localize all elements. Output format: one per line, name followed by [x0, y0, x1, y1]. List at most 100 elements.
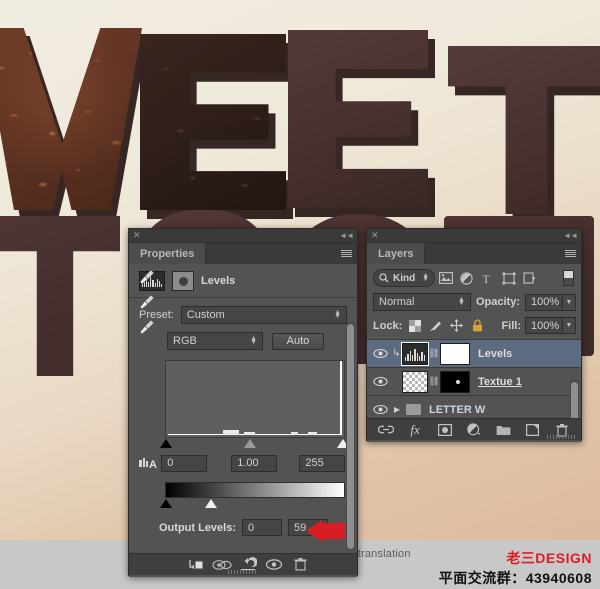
tab-filler	[206, 243, 339, 264]
set-gray-point-eyedropper-icon[interactable]	[137, 293, 157, 311]
close-icon[interactable]: ✕	[133, 231, 141, 240]
collapse-icon[interactable]: ◄◄	[563, 231, 578, 240]
opacity-chevron-down-icon[interactable]: ▼	[563, 293, 576, 311]
table-row[interactable]: ↳ ⛓ Levels	[367, 340, 581, 368]
layers-panel[interactable]: ✕ ◄◄ Layers Kind ▲ ▼ T Normal ▲ ▼ Opacit…	[366, 228, 582, 442]
link-thumbnails-icon[interactable]: ⛓	[428, 348, 440, 359]
pixel-layers-icon[interactable]	[435, 269, 456, 287]
input-levels-sliders[interactable]	[160, 439, 349, 450]
new-adjustment-layer-icon[interactable]	[463, 420, 485, 440]
histogram-area	[160, 360, 349, 450]
input-black-field[interactable]: 0	[161, 454, 207, 472]
panel-menu-icon[interactable]	[339, 243, 357, 264]
folder-icon	[406, 404, 421, 415]
artwork-letter-e2	[288, 30, 435, 217]
channel-select[interactable]: RGB ▲ ▼	[167, 332, 263, 350]
preset-select[interactable]: Custom ▲ ▼	[180, 306, 347, 324]
layer-visibility-icon[interactable]	[369, 369, 391, 395]
layer-visibility-icon[interactable]	[369, 341, 391, 367]
delete-adjustment-icon[interactable]	[287, 555, 313, 575]
panel-resize-grip[interactable]	[547, 435, 577, 439]
auto-button[interactable]: Auto	[272, 332, 324, 350]
panel-resize-grip[interactable]	[228, 570, 258, 574]
adjustment-header: Levels	[129, 264, 357, 298]
set-white-point-eyedropper-icon[interactable]	[137, 318, 157, 336]
chevron-updown-icon: ▲ ▼	[422, 272, 429, 283]
output-white-slider[interactable]	[204, 499, 217, 508]
fill-label: Fill:	[501, 319, 521, 332]
filter-kind-select[interactable]: Kind ▲ ▼	[373, 269, 435, 287]
blend-mode-row: Normal ▲ ▼ Opacity: 100% ▼	[367, 291, 581, 315]
set-black-point-eyedropper-icon[interactable]	[137, 268, 157, 286]
lock-position-icon[interactable]	[448, 318, 465, 334]
fill-chevron-down-icon[interactable]: ▼	[563, 317, 576, 334]
auto-options-icon[interactable]: A	[137, 454, 161, 472]
tab-filler	[425, 243, 563, 264]
layer-mask-thumbnail[interactable]	[440, 370, 470, 393]
levels-histogram[interactable]	[165, 360, 345, 438]
blend-mode-select[interactable]: Normal ▲ ▼	[373, 293, 471, 311]
page-title: Levels	[201, 275, 236, 287]
add-layer-mask-icon[interactable]	[434, 420, 456, 440]
output-levels-sliders[interactable]	[160, 499, 345, 510]
fill-field[interactable]: 100%	[525, 317, 563, 334]
preset-value: Custom	[186, 309, 225, 321]
opacity-label: Opacity:	[475, 296, 520, 308]
new-group-icon[interactable]	[492, 420, 514, 440]
preset-row: Preset: Custom ▲ ▼	[129, 298, 357, 330]
properties-panel-titlebar: ✕ ◄◄	[129, 229, 357, 243]
table-row[interactable]: ⛓ Textue 1	[367, 368, 581, 396]
watermark-qq-group: 平面交流群：43940608	[438, 570, 592, 586]
shape-layers-icon[interactable]	[498, 269, 519, 287]
input-black-slider[interactable]	[160, 439, 172, 448]
layer-name[interactable]: Levels	[478, 348, 512, 360]
opacity-field[interactable]: 100%	[525, 293, 563, 311]
type-layers-icon[interactable]: T	[477, 269, 498, 287]
close-icon[interactable]: ✕	[371, 231, 379, 240]
output-levels-label: Output Levels:	[159, 521, 237, 534]
link-thumbnails-icon[interactable]: ⛓	[428, 376, 440, 387]
group-expand-icon[interactable]: ▶	[391, 405, 403, 414]
tab-properties[interactable]: Properties	[129, 243, 207, 264]
filter-kind-label: Kind	[393, 272, 416, 284]
lock-all-icon[interactable]	[469, 318, 486, 334]
layer-mask-thumbnail[interactable]	[440, 342, 470, 365]
collapse-icon[interactable]: ◄◄	[339, 231, 354, 240]
input-white-field[interactable]: 255	[299, 454, 345, 472]
input-gamma-slider[interactable]	[244, 439, 257, 448]
tab-layers[interactable]: Layers	[367, 243, 426, 264]
clip-to-layer-icon[interactable]	[183, 555, 209, 575]
toggle-layer-visibility-icon[interactable]	[261, 555, 287, 575]
layer-thumbnail[interactable]	[402, 342, 428, 365]
svg-text:T: T	[483, 272, 491, 285]
output-black-slider[interactable]	[160, 499, 172, 508]
layer-name[interactable]: Textue 1	[478, 376, 522, 388]
lock-transparent-pixels-icon[interactable]	[406, 318, 423, 334]
link-layers-icon[interactable]	[375, 420, 397, 440]
artwork-letter-w	[0, 28, 148, 218]
new-layer-icon[interactable]	[522, 420, 544, 440]
layers-panel-tabrow: Layers	[367, 243, 581, 264]
channel-row: RGB ▲ ▼ Auto	[129, 330, 357, 356]
chevron-updown-icon: ▲ ▼	[334, 309, 341, 320]
smart-object-layers-icon[interactable]	[519, 269, 540, 287]
artwork-letter-t	[448, 46, 600, 223]
search-icon	[379, 273, 389, 283]
input-gamma-field[interactable]: 1.00	[231, 454, 277, 472]
layer-style-fx-icon[interactable]: fx	[404, 420, 426, 440]
properties-scrollbar[interactable]	[346, 322, 355, 551]
layer-filter-row: Kind ▲ ▼ T	[367, 264, 581, 291]
input-levels-values: A 0 1.00 255	[129, 450, 357, 472]
lock-label: Lock:	[373, 319, 403, 332]
chevron-updown-icon: ▲ ▼	[250, 335, 257, 346]
lock-image-pixels-icon[interactable]	[427, 318, 444, 334]
output-black-field[interactable]: 0	[242, 519, 283, 536]
adjustment-layers-icon[interactable]	[456, 269, 477, 287]
filter-enable-toggle[interactable]	[563, 270, 574, 286]
annotation-red-arrow	[306, 520, 345, 542]
blend-mode-value: Normal	[379, 296, 415, 308]
layer-name[interactable]: LETTER W	[429, 404, 485, 416]
layer-thumbnail[interactable]	[402, 370, 428, 393]
panel-menu-icon[interactable]	[563, 243, 581, 264]
artwork-letter-e1	[140, 34, 293, 219]
